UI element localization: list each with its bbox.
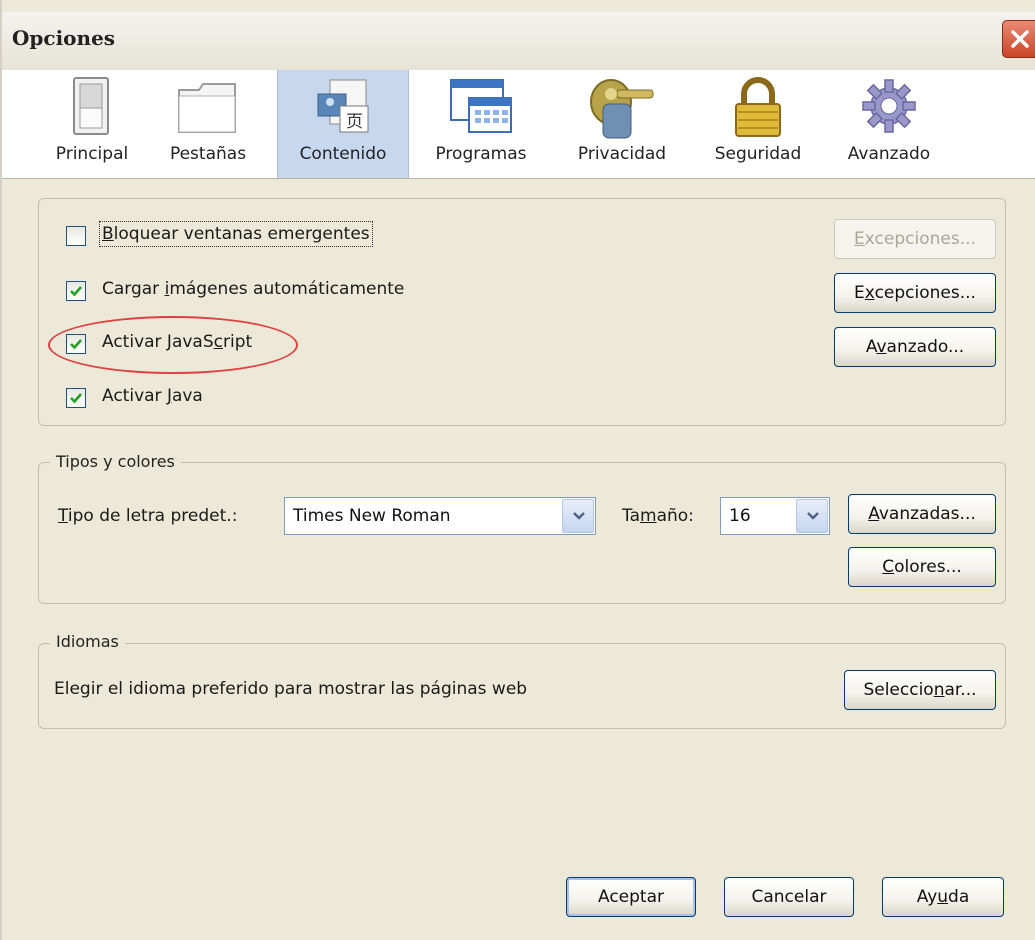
cancel-button[interactable]: Cancelar [724, 877, 854, 917]
enable-java-checkbox[interactable] [66, 388, 86, 408]
applications-icon [450, 79, 512, 133]
tab-label-contenido: Contenido [299, 144, 387, 164]
tab-label-seguridad: Seguridad [714, 144, 802, 164]
font-dropdown-button[interactable] [562, 499, 594, 533]
languages-description: Elegir el idioma preferido para mostrar … [54, 679, 528, 699]
font-size-value: 16 [729, 506, 751, 526]
tab-label-avanzado: Avanzado [847, 144, 931, 164]
popup-exceptions-button[interactable]: Excepciones... [834, 219, 996, 259]
tab-principal[interactable]: Principal [44, 70, 140, 178]
switch-icon [73, 77, 109, 135]
ok-button[interactable]: Aceptar [566, 877, 696, 917]
chevron-down-icon [573, 512, 585, 520]
tab-label-programas: Programas [435, 144, 527, 164]
fonts-colors-legend: Tipos y colores [50, 452, 181, 471]
close-icon [1011, 30, 1029, 48]
tab-label-pestanas: Pestañas [169, 144, 247, 164]
tab-pestanas[interactable]: Pestañas [160, 70, 256, 178]
font-size-select[interactable]: 16 [720, 497, 830, 535]
mask-key-icon [590, 79, 654, 139]
load-images-checkbox[interactable] [66, 281, 86, 301]
tab-privacidad[interactable]: Privacidad [562, 70, 682, 178]
checkmark-icon [70, 286, 82, 297]
gear-icon [862, 79, 916, 133]
padlock-icon [735, 77, 781, 137]
close-button[interactable] [1002, 20, 1035, 58]
block-popups-label[interactable]: Bloquear ventanas emergentes [99, 221, 373, 247]
tab-avanzado[interactable]: Avanzado [832, 70, 946, 178]
category-toolbar: Principal Pestañas 页 Contenido Programas… [2, 70, 1035, 179]
tab-programas[interactable]: Programas [422, 70, 540, 178]
default-font-select[interactable]: Times New Roman [284, 497, 596, 535]
checkmark-icon [70, 393, 82, 404]
size-dropdown-button[interactable] [796, 499, 828, 533]
size-label: Tamaño: [622, 506, 694, 526]
colors-button[interactable]: Colores... [848, 547, 996, 587]
default-font-label: Tipo de letra predet.: [58, 506, 238, 526]
svg-text:页: 页 [346, 112, 363, 132]
window-title: Opciones [12, 26, 116, 50]
languages-legend: Idiomas [50, 632, 125, 651]
help-button[interactable]: Ayuda [882, 877, 1004, 917]
select-languages-button[interactable]: Seleccionar... [844, 670, 996, 710]
highlight-ellipse-annotation [48, 316, 298, 374]
tab-contenido[interactable]: 页 Contenido [277, 70, 409, 178]
title-bar[interactable]: Opciones [2, 12, 1035, 71]
enable-java-label[interactable]: Activar Java [102, 386, 203, 406]
image-exceptions-button[interactable]: Excepciones... [834, 273, 996, 313]
default-font-value: Times New Roman [293, 506, 451, 526]
chevron-down-icon [807, 512, 819, 520]
options-dialog: Opciones Principal Pestañas 页 Contenido … [0, 0, 1035, 940]
folder-tabs-icon [178, 83, 236, 133]
block-popups-checkbox[interactable] [66, 226, 86, 246]
load-images-label[interactable]: Cargar imágenes automáticamente [102, 279, 404, 299]
content-icon: 页 [317, 79, 369, 133]
tab-seguridad[interactable]: Seguridad [702, 70, 814, 178]
tab-label-principal: Principal [55, 144, 129, 164]
fonts-advanced-button[interactable]: Avanzadas... [848, 494, 996, 534]
tab-label-privacidad: Privacidad [577, 144, 667, 164]
javascript-advanced-button[interactable]: Avanzado... [834, 327, 996, 367]
